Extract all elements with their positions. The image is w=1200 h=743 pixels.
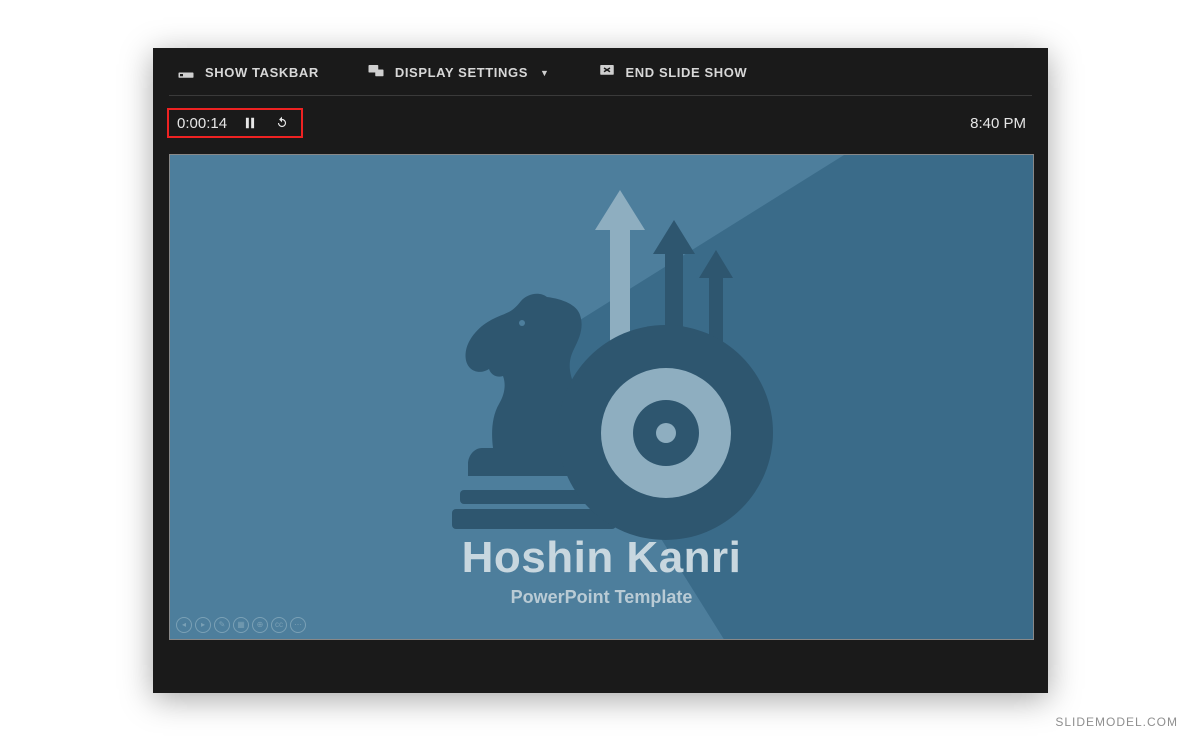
pause-icon	[243, 116, 257, 130]
current-slide[interactable]: Hoshin Kanri PowerPoint Template ◂ ▸ ✎ ▦…	[169, 154, 1034, 640]
more-options-button[interactable]: ⋯	[290, 617, 306, 633]
restart-timer-button[interactable]	[273, 114, 291, 132]
end-slide-show-button[interactable]: END SLIDE SHOW	[598, 62, 748, 83]
watermark: SLIDEMODEL.COM	[1055, 715, 1178, 729]
current-time: 8:40 PM	[970, 115, 1026, 132]
pause-button[interactable]	[241, 114, 259, 132]
zoom-button[interactable]: ⊕	[252, 617, 268, 633]
subtitle-toggle-button[interactable]: cc	[271, 617, 287, 633]
prev-slide-button[interactable]: ◂	[176, 617, 192, 633]
target-icon	[558, 325, 773, 540]
see-all-slides-button[interactable]: ▦	[233, 617, 249, 633]
presenter-toolbar: SHOW TASKBAR DISPLAY SETTINGS ▼ END SLID…	[153, 48, 1048, 95]
next-slide-button[interactable]: ▸	[195, 617, 211, 633]
display-settings-icon	[367, 62, 385, 83]
display-settings-button[interactable]: DISPLAY SETTINGS ▼	[367, 62, 550, 83]
end-slide-show-label: END SLIDE SHOW	[626, 65, 748, 80]
slide-container: Hoshin Kanri PowerPoint Template ◂ ▸ ✎ ▦…	[169, 154, 1032, 640]
slide-title: Hoshin Kanri	[170, 533, 1033, 583]
show-taskbar-label: SHOW TASKBAR	[205, 65, 319, 80]
slide-mini-controls: ◂ ▸ ✎ ▦ ⊕ cc ⋯	[176, 617, 306, 633]
timer-highlight-box: 0:00:14	[167, 108, 303, 138]
end-show-icon	[598, 62, 616, 83]
display-settings-label: DISPLAY SETTINGS	[395, 65, 528, 80]
slide-subtitle: PowerPoint Template	[170, 587, 1033, 608]
elapsed-time: 0:00:14	[177, 115, 227, 132]
taskbar-icon	[177, 62, 195, 83]
status-row: 0:00:14 8:40 PM	[153, 96, 1048, 150]
presenter-window: SHOW TASKBAR DISPLAY SETTINGS ▼ END SLID…	[153, 48, 1048, 693]
pen-tool-button[interactable]: ✎	[214, 617, 230, 633]
show-taskbar-button[interactable]: SHOW TASKBAR	[177, 62, 319, 83]
restart-icon	[275, 116, 289, 130]
dropdown-icon: ▼	[540, 68, 550, 78]
